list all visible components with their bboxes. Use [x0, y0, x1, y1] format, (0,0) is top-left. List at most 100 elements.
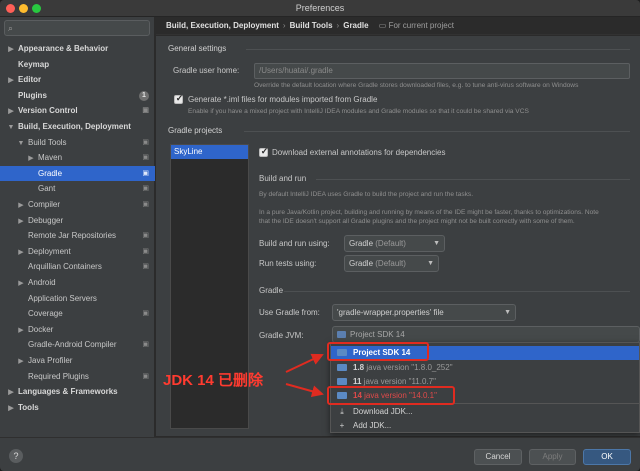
project-settings-icon: ▣ — [142, 154, 149, 162]
sidebar-item-label: Gradle-Android Compiler — [28, 340, 117, 350]
chevron-down-icon[interactable]: ▼ — [16, 136, 26, 152]
sidebar-item[interactable]: Required Plugins ▣ — [0, 369, 155, 385]
generate-iml-checkbox[interactable]: ✓ — [174, 93, 183, 104]
use-gradle-from-label: Use Gradle from: — [259, 308, 320, 317]
option-version: java version "1.8.0_252" — [366, 363, 453, 372]
generate-iml-label: Generate *.iml files for modules importe… — [188, 95, 378, 104]
sidebar-item[interactable]: Arquillian Containers ▣ — [0, 259, 155, 275]
help-button[interactable]: ? — [9, 449, 23, 463]
chevron-right-icon[interactable]: ▶ — [16, 354, 26, 370]
sidebar-item-label: Application Servers — [28, 293, 97, 303]
option-name: 11 — [353, 377, 362, 386]
chevron-down-icon[interactable]: ▼ — [6, 120, 16, 136]
sidebar-item[interactable]: ▶ Docker — [0, 322, 155, 338]
sidebar-item[interactable]: ▶ Appearance & Behavior — [0, 41, 155, 57]
download-jdk-option[interactable]: ⤓ Download JDK... — [331, 405, 639, 419]
dropdown-arrow-icon: ▼ — [427, 260, 434, 267]
jvm-option-1-8[interactable]: 1.8 java version "1.8.0_252" — [331, 361, 639, 375]
chevron-right-icon[interactable]: ▶ — [6, 42, 16, 58]
project-settings-icon: ▣ — [142, 169, 149, 177]
sidebar-item[interactable]: ▶ Editor — [0, 72, 155, 88]
chevron-right-icon[interactable]: ▶ — [6, 401, 16, 417]
sidebar-item[interactable]: Gant ▣ — [0, 181, 155, 197]
sidebar-item-label: Debugger — [28, 215, 64, 225]
sidebar-item[interactable]: ▶ Debugger — [0, 213, 155, 229]
breadcrumb-item[interactable]: Build Tools — [290, 21, 333, 30]
breadcrumb-item[interactable]: Build, Execution, Deployment — [166, 21, 279, 30]
sidebar-item[interactable]: ▶ Android — [0, 275, 155, 291]
chevron-right-icon[interactable]: ▶ — [16, 276, 26, 292]
sidebar-item-label: Languages & Frameworks — [18, 387, 118, 397]
sidebar-item[interactable]: Remote Jar Repositories ▣ — [0, 228, 155, 244]
settings-search-input[interactable]: ⌕ — [4, 20, 150, 36]
section-divider — [284, 291, 630, 292]
chevron-right-icon[interactable]: ▶ — [6, 385, 16, 401]
gradle-user-home-input[interactable]: /Users/huatai/.gradle — [254, 63, 630, 79]
chevron-right-icon[interactable]: ▶ — [16, 214, 26, 230]
sidebar-item[interactable]: Keymap — [0, 57, 155, 73]
chevron-right-icon: › — [336, 21, 340, 30]
add-jdk-option[interactable]: + Add JDK... — [331, 419, 639, 433]
gradle-user-home-label: Gradle user home: — [173, 66, 240, 75]
section-build-and-run: Build and run — [259, 174, 307, 183]
run-tests-using-select[interactable]: Gradle (Default) ▼ — [344, 255, 439, 272]
breadcrumb-item: Gradle — [343, 21, 369, 30]
annotation-highlight-box — [327, 386, 455, 405]
sidebar-item[interactable]: Gradle ▣ — [0, 165, 155, 182]
apply-button[interactable]: Apply — [529, 449, 576, 465]
use-gradle-from-select[interactable]: 'gradle-wrapper.properties' file ▼ — [332, 304, 516, 321]
annotation-highlight-box — [327, 342, 429, 361]
sidebar-item[interactable]: Application Servers — [0, 291, 155, 307]
sidebar-item-label: Maven — [38, 153, 63, 163]
gradle-jvm-select[interactable]: Project SDK 14 — [332, 326, 640, 343]
preferences-window: Preferences ⌕ ▶ Appearance & Behavior Keym… — [0, 0, 640, 471]
sidebar-item-label: Keymap — [18, 59, 50, 69]
sidebar-item-label: Tools — [18, 402, 39, 412]
build-run-hint: In a pure Java/Kotlin project, building … — [259, 209, 599, 216]
breadcrumb: Build, Execution, Deployment › Build Tools… — [156, 17, 640, 35]
sidebar-item[interactable]: ▶ Version Control ▣ — [0, 103, 155, 119]
chevron-right-icon[interactable]: ▶ — [16, 245, 26, 261]
sidebar-item[interactable]: Coverage ▣ — [0, 306, 155, 322]
sidebar-item[interactable]: Plugins 1 — [0, 88, 155, 104]
section-divider — [316, 179, 630, 180]
download-icon: ⤓ — [340, 407, 344, 416]
dropdown-arrow-icon: ▼ — [433, 240, 440, 247]
sidebar-item-label: Docker — [28, 324, 54, 334]
sidebar-item-label: Deployment — [28, 246, 71, 256]
sidebar-item[interactable]: ▼ Build, Execution, Deployment — [0, 119, 155, 135]
gradle-user-home-hint: Override the default location where Grad… — [254, 82, 579, 89]
dialog-button-bar: ? Cancel Apply OK — [0, 437, 640, 471]
chevron-right-icon[interactable]: ▶ — [16, 323, 26, 339]
gradle-jvm-label: Gradle JVM: — [259, 331, 304, 340]
build-run-hint: that the IDE doesn't support all Gradle … — [259, 218, 575, 225]
build-run-using-select[interactable]: Gradle (Default) ▼ — [344, 235, 445, 252]
sidebar-item[interactable]: ▶ Java Profiler — [0, 353, 155, 369]
sidebar-item[interactable]: ▶ Maven ▣ — [0, 150, 155, 166]
chevron-right-icon[interactable]: ▶ — [6, 73, 16, 89]
sidebar-item[interactable]: ▶ Languages & Frameworks — [0, 384, 155, 400]
chevron-right-icon[interactable]: ▶ — [16, 198, 26, 214]
chevron-right-icon[interactable]: ▶ — [6, 104, 16, 120]
sidebar-item[interactable]: ▶ Deployment ▣ — [0, 244, 155, 260]
sidebar-item[interactable]: ▼ Build Tools ▣ — [0, 135, 155, 151]
cancel-button[interactable]: Cancel — [474, 449, 522, 465]
select-suffix: (Default) — [375, 239, 406, 248]
sidebar-item[interactable]: ▶ Tools — [0, 400, 155, 416]
settings-sidebar: ⌕ ▶ Appearance & Behavior Keymap ▶ Editor Plu… — [0, 17, 155, 437]
search-icon: ⌕ — [8, 23, 14, 33]
ok-button[interactable]: OK — [583, 449, 631, 465]
sidebar-item[interactable]: Gradle-Android Compiler ▣ — [0, 337, 155, 353]
sidebar-item[interactable]: ▶ Compiler ▣ — [0, 197, 155, 213]
plugins-update-badge: 1 — [139, 90, 149, 101]
project-settings-icon: ▣ — [142, 341, 149, 349]
sidebar-item-label: Gant — [38, 184, 56, 194]
select-suffix: (Default) — [375, 259, 406, 268]
build-run-hint: By default IntelliJ IDEA uses Gradle to … — [259, 191, 474, 198]
checkmark-icon: ✓ — [260, 146, 269, 156]
project-item[interactable]: SkyLine — [171, 145, 248, 159]
project-settings-icon: ▣ — [142, 247, 149, 255]
title-bar: Preferences — [0, 0, 640, 17]
download-annotations-checkbox[interactable]: ✓ — [259, 146, 269, 157]
chevron-right-icon[interactable]: ▶ — [26, 151, 36, 167]
